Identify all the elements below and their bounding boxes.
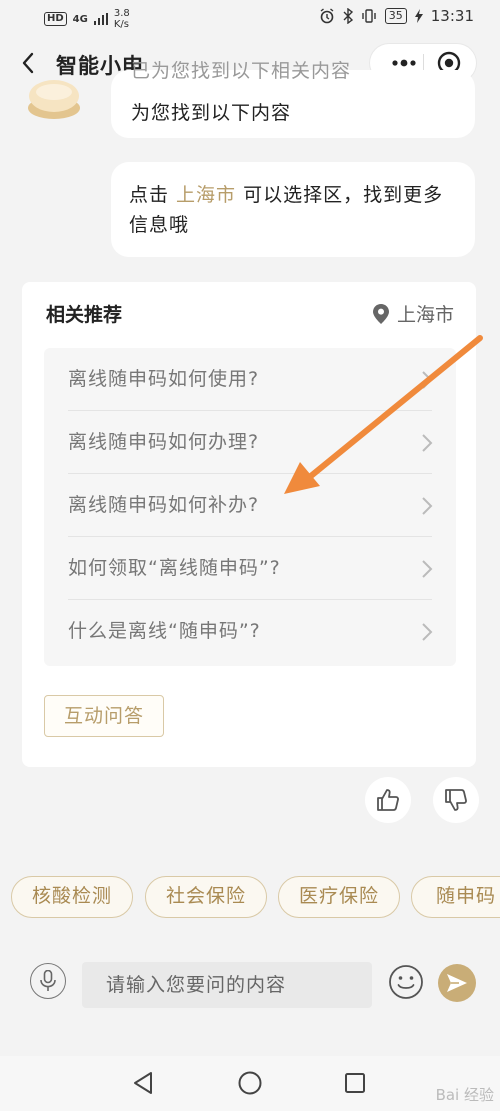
charging-icon [414,9,423,23]
status-left: HD 4G 3.8 K/s [44,8,130,30]
chip-medical-insurance[interactable]: 医疗保险 [278,876,400,918]
bot-avatar-icon [28,80,80,119]
battery-level: 35 [384,8,407,24]
chevron-right-icon [422,623,433,641]
location-selector[interactable]: 上海市 [372,300,454,327]
network-type: 4G [72,13,88,25]
chevron-right-icon [422,560,433,578]
chip-suishen-code[interactable]: 随申码 [411,876,500,918]
input-bar [0,950,500,1020]
bot-message-bubble: 点击 上海市 可以选择区，找到更多信息哦 [111,162,475,257]
list-item[interactable]: 什么是离线“随申码”? [44,600,456,663]
status-bar: HD 4G 3.8 K/s 35 13:31 [0,0,500,36]
send-arrow-icon [447,974,467,992]
message-text: 点击 上海市 可以选择区，找到更多信息哦 [129,180,461,240]
speed-unit: K/s [113,19,129,30]
like-button[interactable] [365,777,411,823]
system-navigation-bar: Bai 经验 [0,1056,500,1111]
chip-nucleic-acid-test[interactable]: 核酸检测 [11,876,133,918]
thumbs-up-icon [377,789,399,811]
question-text: 离线随申码如何使用? [68,368,260,390]
recommend-title: 相关推荐 [46,304,123,326]
question-text: 如何领取“离线随申码”? [68,557,281,579]
list-item[interactable]: 离线随申码如何使用? [44,348,456,411]
chevron-right-icon [422,434,433,452]
location-label: 上海市 [396,304,454,326]
smiley-icon [389,965,423,999]
message-partial-line: 已为您找到以下相关内容 [131,60,352,82]
thumbs-down-icon [445,789,467,811]
alarm-icon [320,8,334,24]
list-item[interactable]: 如何领取“离线随申码”? [44,537,456,600]
city-select-link[interactable]: 上海市 [176,184,236,206]
bot-avatar [26,72,82,120]
question-text: 离线随申码如何补办? [68,494,260,516]
voice-input-button[interactable] [30,963,66,999]
chevron-right-icon [422,371,433,389]
clock: 13:31 [430,7,474,25]
chip-social-insurance[interactable]: 社会保险 [145,876,267,918]
question-text: 什么是离线“随申码”? [68,620,261,642]
bluetooth-icon [343,8,353,24]
system-back-icon[interactable] [132,1071,154,1095]
system-recents-icon[interactable] [344,1072,366,1094]
list-item[interactable]: 离线随申码如何办理? [44,411,456,474]
bot-message-bubble: 已为您找到以下相关内容 为您找到以下内容 [111,60,475,138]
question-text: 离线随申码如何办理? [68,431,260,453]
recommend-list: 离线随申码如何使用? 离线随申码如何办理? 离线随申码如何补办? 如何领取“离线… [44,348,456,666]
vibrate-icon [362,9,376,23]
list-item[interactable]: 离线随申码如何补办? [44,474,456,537]
signal-icon [93,13,108,25]
microphone-icon [40,970,56,991]
message-input[interactable] [82,962,372,1008]
message-text: 为您找到以下内容 [131,102,292,124]
send-button[interactable] [438,964,476,1002]
recommend-card: 相关推荐 上海市 离线随申码如何使用? 离线随申码如何办理? 离线随申码如何补办… [22,282,476,767]
emoji-button[interactable] [388,964,424,1000]
location-pin-icon [372,303,389,324]
interactive-qa-button[interactable]: 互动问答 [44,695,164,737]
network-speed: 3.8 K/s [114,8,130,30]
chevron-right-icon [422,497,433,515]
system-home-icon[interactable] [237,1070,263,1096]
message-prefix: 点击 [129,184,177,206]
watermark: Bai 经验 [435,1086,494,1104]
speed-value: 3.8 [113,8,130,19]
quick-topic-chips: 核酸检测 社会保险 医疗保险 随申码 [11,876,500,920]
dislike-button[interactable] [433,777,479,823]
hd-badge: HD [44,12,67,26]
status-right: 35 13:31 [319,7,474,25]
